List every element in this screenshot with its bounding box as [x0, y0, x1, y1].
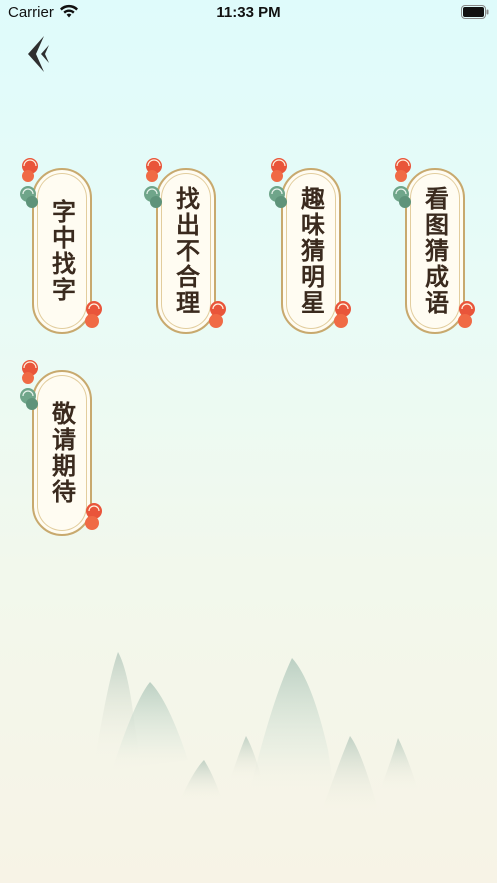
back-arrow-icon [28, 36, 49, 72]
game-card-guess-idiom[interactable]: 看图猜成语 [393, 158, 475, 339]
game-title: 敬请期待 [47, 401, 77, 505]
game-title: 字中找字 [47, 199, 77, 303]
clock-time: 11:33 PM [216, 4, 281, 21]
game-title: 找出不合理 [171, 186, 201, 316]
mountain-landscape-background [95, 652, 418, 810]
game-title: 看图猜成语 [420, 186, 450, 316]
back-button[interactable] [22, 32, 62, 78]
game-card-coming-soon[interactable]: 敬请期待 [20, 360, 102, 541]
cloud-ornament-icon [85, 503, 102, 530]
battery-icon [461, 5, 489, 19]
game-card-find-unreasonable[interactable]: 找出不合理 [144, 158, 226, 339]
cloud-ornament-icon [334, 301, 351, 328]
cloud-ornament-icon [209, 301, 226, 328]
game-card-word-search[interactable]: 字中找字 [20, 158, 102, 339]
cloud-ornament-icon [85, 301, 102, 328]
status-bar: Carrier 11:33 PM [0, 0, 497, 28]
game-title: 趣味猜明星 [296, 186, 326, 316]
game-card-guess-celebrity[interactable]: 趣味猜明星 [269, 158, 351, 339]
cloud-ornament-icon [458, 301, 475, 328]
